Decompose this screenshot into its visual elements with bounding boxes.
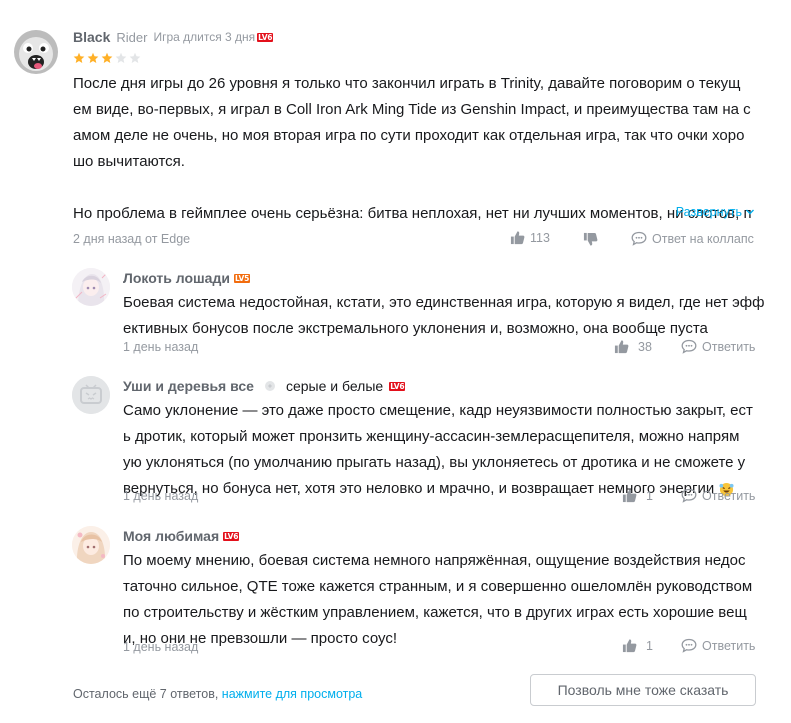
star-empty-icon [129, 52, 141, 63]
text-line: ую уклоняться (по умолчанию прыгать наза… [123, 454, 746, 471]
level-badge: LV6 [389, 381, 406, 391]
comment-bubble-icon [681, 638, 697, 653]
text-line: Но проблема в геймплее очень серьёзна: б… [73, 205, 752, 222]
reply-label: Ответить [702, 488, 756, 503]
text-line: Само уклонение — это даже просто смещени… [123, 402, 753, 419]
reply-header: Локоть лошади LV5 [123, 270, 251, 286]
reply-label: Ответ на коллапс [652, 231, 754, 246]
thumbs-up-icon [622, 489, 637, 503]
avatar[interactable] [72, 526, 110, 564]
remaining-replies: Осталось ещё 7 ответов, нажмите для прос… [73, 687, 362, 701]
avatar[interactable] [72, 376, 110, 414]
text-line: амом деле не очень, но моя вторая игра п… [73, 127, 745, 144]
thumbs-up-icon [622, 639, 637, 653]
text-line: ем виде, во-первых, я играл в Coll Iron … [73, 101, 751, 118]
anime-girl-avatar-icon [72, 526, 110, 564]
like-count: 1 [646, 638, 653, 653]
like-button[interactable]: 113 [510, 230, 550, 245]
expand-label: Развернуть [675, 205, 742, 219]
nickname-suffix: Rider [116, 29, 148, 45]
text-line: по строительству и жёстким управлением, … [123, 604, 747, 621]
level-badge: LV6 [257, 32, 274, 42]
reply-username[interactable]: Моя любимая [123, 528, 219, 544]
tv-mascot-avatar-icon [72, 376, 110, 414]
reply-button[interactable]: Ответить [681, 488, 755, 503]
text-line: и, но они не превзошли — просто соус! [123, 630, 397, 647]
star-filled-icon [87, 52, 99, 63]
reply-timestamp: 1 день назад [123, 489, 199, 503]
text-line: ективных бонусов после экстремального ук… [123, 320, 708, 337]
thumbs-up-icon [510, 231, 525, 245]
text-line [73, 175, 763, 201]
reply-header: Моя любимая LV6 [123, 528, 240, 544]
like-count: 1 [646, 488, 653, 503]
ghost-avatar-icon [14, 30, 58, 74]
dislike-button[interactable] [583, 232, 598, 247]
view-more-link[interactable]: нажмите для просмотра [222, 687, 362, 701]
reply-text: По моему мнению, боевая система немного … [123, 548, 763, 652]
star-filled-icon [73, 52, 85, 63]
main-comment-header: Black Rider Игра длится 3 дня LV6 [73, 29, 274, 45]
thumbs-down-icon [583, 232, 598, 246]
comment-bubble-icon [631, 231, 647, 246]
reply-username[interactable]: Локоть лошади [123, 270, 230, 286]
comment-bubble-icon [681, 488, 697, 503]
text-line: шо вычитаются. [73, 153, 185, 170]
text-line: После дня игры до 26 уровня я только что… [73, 75, 741, 92]
reply-header: Уши и деревья все серые и белые LV6 [123, 378, 406, 394]
like-button[interactable]: 1 [622, 488, 653, 503]
fan-medal-icon [264, 381, 275, 391]
remaining-text: Осталось ещё 7 ответов, [73, 687, 219, 701]
reply-timestamp: 1 день назад [123, 340, 199, 354]
thumbs-up-icon [614, 340, 629, 354]
rating-stars [73, 52, 141, 64]
reply-button[interactable]: Ответить [681, 339, 755, 354]
expand-button[interactable]: Развернуть [676, 205, 755, 219]
reply-text: Само уклонение — это даже просто смещени… [123, 398, 763, 502]
avatar[interactable] [72, 268, 110, 306]
like-button[interactable]: 1 [622, 638, 653, 653]
reply-button[interactable]: Ответ на коллапс [631, 231, 754, 246]
level-badge: LV5 [233, 273, 251, 283]
text-line: Боевая система недостойная, кстати, это … [123, 294, 765, 311]
reply-timestamp: 1 день назад [123, 640, 199, 654]
text-line: ь дротик, который может пронзить женщину… [123, 428, 740, 445]
level-badge: LV6 [223, 531, 240, 541]
username[interactable]: Black [73, 29, 110, 45]
comment-timestamp: 2 дня назад от Edge [73, 232, 191, 246]
reply-text: Боевая система недостойная, кстати, это … [123, 290, 765, 342]
play-time: Игра длится 3 дня [153, 30, 256, 44]
text-line: По моему мнению, боевая система немного … [123, 552, 746, 569]
star-empty-icon [115, 52, 127, 63]
anime-girl-avatar-icon [72, 268, 110, 306]
reply-extra: серые и белые [285, 378, 384, 394]
like-button[interactable]: 38 [614, 339, 652, 354]
text-line: таточно сильное, QTE тоже кажется странн… [123, 578, 753, 595]
reply-username[interactable]: Уши и деревья все [123, 378, 254, 394]
reply-label: Ответить [702, 638, 756, 653]
reply-label: Ответить [702, 339, 756, 354]
text-line-with-emoji: вернуться, но бонуса нет, хотя это нелов… [123, 476, 763, 502]
comment-bubble-icon [681, 339, 697, 354]
like-count: 113 [530, 230, 550, 245]
main-comment-text: После дня игры до 26 уровня я только что… [73, 71, 763, 227]
avatar[interactable] [12, 28, 60, 76]
star-filled-icon [101, 52, 113, 63]
add-comment-button[interactable]: Позволь мне тоже сказать [530, 674, 756, 706]
reply-button[interactable]: Ответить [681, 638, 755, 653]
chevron-down-icon [746, 209, 754, 215]
like-count: 38 [638, 339, 652, 354]
